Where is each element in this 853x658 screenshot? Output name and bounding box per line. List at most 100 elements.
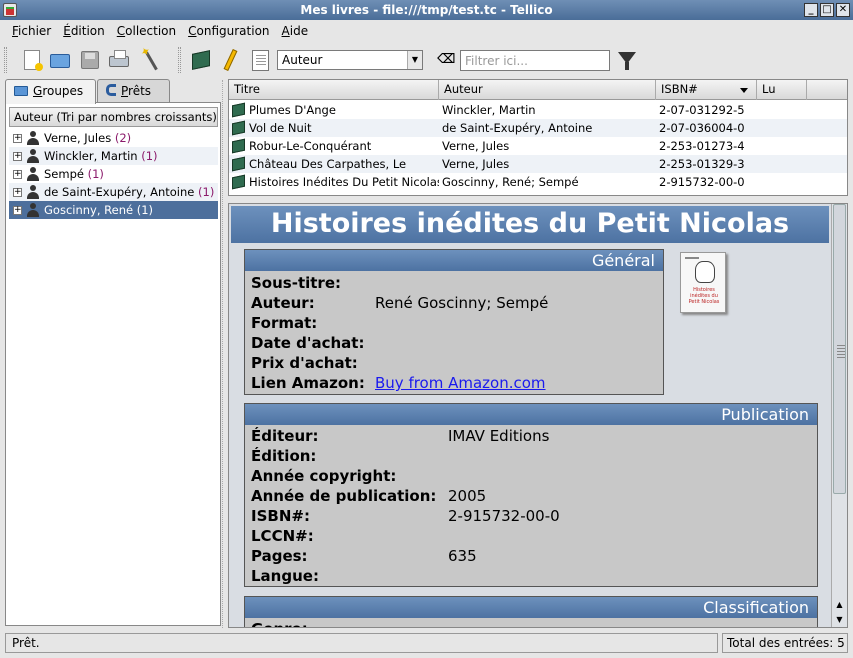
field-label: Pages: bbox=[251, 547, 308, 565]
open-folder-icon bbox=[50, 54, 70, 68]
person-icon bbox=[26, 149, 40, 163]
report-document-icon bbox=[252, 50, 269, 71]
menu-aide-label: ide bbox=[289, 24, 309, 38]
sort-descending-icon bbox=[740, 88, 748, 93]
pencil-icon bbox=[223, 48, 238, 72]
expand-plus-icon[interactable]: + bbox=[13, 152, 22, 161]
cell-author: Winckler, Martin bbox=[442, 103, 536, 117]
window-title: Mes livres - file:///tmp/test.tc - Telli… bbox=[300, 3, 553, 17]
chevron-down-icon[interactable]: ▼ bbox=[407, 51, 422, 69]
title-bar: Mes livres - file:///tmp/test.tc - Telli… bbox=[0, 0, 853, 20]
close-button[interactable]: ✕ bbox=[836, 3, 850, 17]
new-document-icon bbox=[24, 50, 43, 71]
column-header-titre[interactable]: Titre bbox=[229, 80, 439, 100]
field-label: Prix d'achat: bbox=[251, 354, 358, 372]
field-label: Édition: bbox=[251, 447, 317, 465]
scroll-up-arrow-icon[interactable]: ▲ bbox=[832, 598, 847, 612]
table-row[interactable]: Robur-Le-Conquérant Verne, Jules 2-253-0… bbox=[229, 137, 847, 155]
minimize-button[interactable]: _ bbox=[804, 3, 818, 17]
expand-plus-icon[interactable]: + bbox=[13, 188, 22, 197]
menu-fichier[interactable]: Fichier bbox=[6, 24, 57, 38]
tab-groupes-label: roupes bbox=[42, 84, 84, 98]
cover-illustration bbox=[695, 261, 715, 283]
tree-item[interactable]: + Verne, Jules (2) bbox=[9, 129, 218, 147]
new-entry-button[interactable] bbox=[189, 48, 213, 72]
column-header-isbn[interactable]: ISBN# bbox=[656, 80, 757, 100]
field-label: Année de publication: bbox=[251, 487, 437, 505]
menu-edition-label: dition bbox=[70, 24, 105, 38]
cover-image[interactable]: Histoires inédites du Petit Nicolas bbox=[680, 252, 726, 313]
menu-edition[interactable]: Édition bbox=[57, 24, 111, 38]
entry-detail-content: Histoires inédites du Petit Nicolas Géné… bbox=[229, 204, 831, 627]
new-collection-button[interactable] bbox=[20, 48, 44, 72]
tab-groupes-mnemonic: G bbox=[33, 84, 43, 98]
vertical-splitter[interactable] bbox=[222, 80, 226, 628]
cell-author: de Saint-Exupéry, Antoine bbox=[442, 121, 593, 135]
save-button[interactable] bbox=[78, 48, 102, 72]
book-icon bbox=[232, 120, 245, 136]
tab-groupes[interactable]: Groupes bbox=[5, 79, 96, 104]
table-row[interactable]: Plumes D'Ange Winckler, Martin 2-07-0312… bbox=[229, 101, 847, 119]
section-classification: Classification Genre: bbox=[244, 596, 818, 627]
print-button[interactable] bbox=[107, 48, 131, 72]
table-row-selected[interactable]: Histoires Inédites Du Petit Nicolas Gosc… bbox=[229, 173, 847, 191]
table-row[interactable]: Château Des Carpathes, Le Verne, Jules 2… bbox=[229, 155, 847, 173]
field-isbn: ISBN#: 2-915732-00-0 bbox=[251, 506, 560, 526]
funnel-filter-icon[interactable] bbox=[618, 50, 636, 72]
expand-plus-icon[interactable]: + bbox=[13, 170, 22, 179]
group-name: Goscinny, René bbox=[44, 203, 134, 217]
filter-input[interactable] bbox=[460, 50, 610, 71]
book-icon bbox=[192, 50, 210, 70]
tree-item[interactable]: + de Saint-Exupéry, Antoine (1) bbox=[9, 183, 218, 201]
scrollbar-grip bbox=[837, 345, 845, 359]
tree-item[interactable]: + Winckler, Martin (1) bbox=[9, 147, 218, 165]
folder-icon bbox=[14, 86, 28, 96]
menu-aide[interactable]: Aide bbox=[276, 24, 315, 38]
toolbar-grip[interactable] bbox=[4, 47, 7, 73]
toolbar-grip-2[interactable] bbox=[178, 47, 181, 73]
maximize-button[interactable]: □ bbox=[820, 3, 834, 17]
menu-configuration-mnemonic: C bbox=[188, 24, 197, 38]
tree-item-selected[interactable]: + Goscinny, René (1) bbox=[9, 201, 218, 219]
column-header-lu[interactable]: Lu bbox=[757, 80, 807, 100]
tab-prets[interactable]: Prêts bbox=[97, 79, 170, 103]
menu-collection[interactable]: Collection bbox=[111, 24, 182, 38]
cell-title: Château Des Carpathes, Le bbox=[249, 157, 407, 171]
cell-author: Goscinny, René; Sempé bbox=[442, 175, 579, 189]
group-field-select[interactable]: Auteur ▼ bbox=[277, 50, 423, 70]
table-row[interactable]: Vol de Nuit de Saint-Exupéry, Antoine 2-… bbox=[229, 119, 847, 137]
save-disk-icon bbox=[81, 51, 99, 69]
cell-isbn: 2-07-036004-0 bbox=[659, 121, 745, 135]
person-icon bbox=[26, 203, 40, 217]
book-icon bbox=[232, 174, 245, 190]
menu-bar: Fichier Édition Collection Configuration… bbox=[0, 20, 853, 42]
menu-fichier-label: ichier bbox=[18, 24, 52, 38]
expand-plus-icon[interactable]: + bbox=[13, 206, 22, 215]
amazon-link[interactable]: Buy from Amazon.com bbox=[375, 373, 546, 393]
group-count: (1) bbox=[141, 149, 158, 163]
clear-filter-icon[interactable]: ⌫ bbox=[437, 53, 455, 67]
section-general: Général Sous-titre: Auteur: René Goscinny… bbox=[244, 249, 664, 395]
menu-configuration[interactable]: Configuration bbox=[182, 24, 275, 38]
tree-item[interactable]: + Sempé (1) bbox=[9, 165, 218, 183]
group-tree: + Verne, Jules (2) + Winckler, Martin (1… bbox=[9, 129, 218, 219]
edit-entry-button[interactable] bbox=[218, 48, 242, 72]
tree-item-label: Goscinny, René (1) bbox=[44, 201, 153, 219]
wizard-button[interactable] bbox=[144, 48, 168, 72]
field-label: Langue: bbox=[251, 567, 319, 585]
field-format: Format: bbox=[251, 313, 317, 333]
field-editeur: Éditeur: IMAV Editions bbox=[251, 426, 549, 446]
report-button[interactable] bbox=[248, 48, 272, 72]
expand-plus-icon[interactable]: + bbox=[13, 134, 22, 143]
group-column-header[interactable]: Auteur (Tri par nombres croissants) bbox=[9, 107, 218, 127]
tellico-app-icon[interactable] bbox=[3, 3, 17, 17]
column-header-auteur[interactable]: Auteur bbox=[439, 80, 656, 100]
field-value: IMAV Editions bbox=[448, 427, 550, 445]
group-count: (1) bbox=[198, 185, 215, 199]
field-date-achat: Date d'achat: bbox=[251, 333, 364, 353]
section-classification-title: Classification bbox=[245, 597, 817, 618]
detail-scrollbar[interactable]: ▲ ▼ bbox=[831, 204, 847, 627]
scroll-down-arrow-icon[interactable]: ▼ bbox=[832, 613, 847, 627]
scrollbar-thumb[interactable] bbox=[833, 204, 846, 494]
open-button[interactable] bbox=[48, 48, 72, 72]
